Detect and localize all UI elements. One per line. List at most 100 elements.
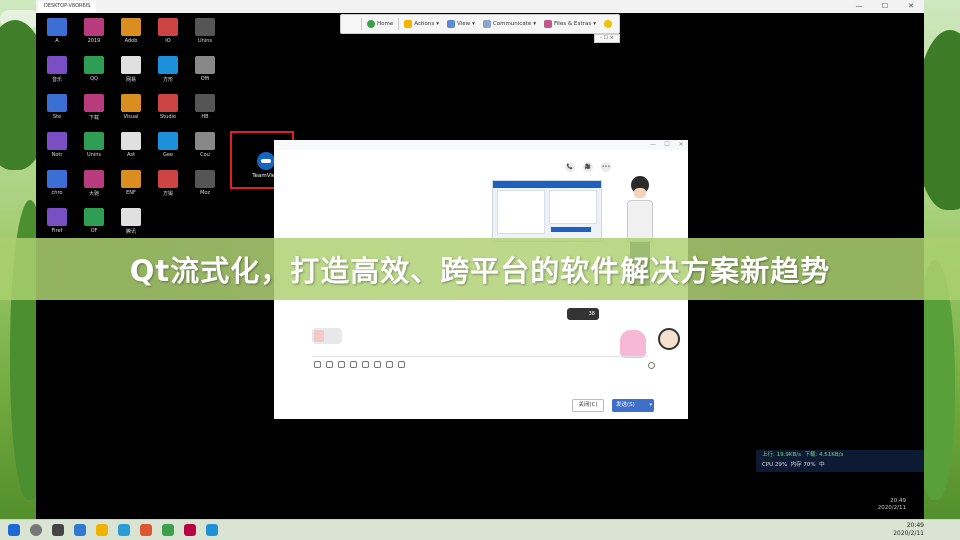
- app-icon: [158, 94, 178, 112]
- desktop-icon[interactable]: Notr: [42, 132, 72, 168]
- desktop-icon[interactable]: 方形: [153, 56, 183, 92]
- view-button[interactable]: View ▾: [444, 16, 478, 32]
- app-icon: [195, 170, 215, 188]
- chevron-down-icon: ▾: [472, 21, 475, 27]
- chat-app-icon[interactable]: [162, 524, 174, 536]
- desktop-icon-label: Visual: [123, 114, 139, 120]
- video-icon[interactable]: 🎥: [583, 162, 593, 172]
- teamviewer-taskbar-icon[interactable]: [118, 524, 130, 536]
- desktop-icon[interactable]: Moz: [190, 170, 220, 206]
- desktop-icon[interactable]: 音乐: [42, 56, 72, 92]
- task-view-icon[interactable]: [52, 524, 64, 536]
- chat-input-divider: [312, 356, 648, 357]
- app-icon: [121, 94, 141, 112]
- user-avatar: [658, 328, 680, 350]
- app-icon: [84, 208, 104, 226]
- desktop-icon[interactable]: chro: [42, 170, 72, 206]
- windows-start-icon[interactable]: [8, 524, 20, 536]
- folder-icon[interactable]: [350, 361, 357, 368]
- headline-text: Qt流式化，打造高效、跨平台的软件解决方案新趋势: [129, 254, 831, 288]
- toolbar-separator: [360, 18, 362, 30]
- chevron-down-icon[interactable]: ▾: [649, 399, 652, 412]
- desktop-icon[interactable]: Offi: [190, 56, 220, 92]
- desktop-icon[interactable]: Visual: [116, 94, 146, 130]
- more-small-icon[interactable]: [398, 361, 405, 368]
- desktop-icon[interactable]: A: [42, 18, 72, 54]
- desktop-icon-label: 方锻: [162, 191, 173, 197]
- desktop-icon[interactable]: ENF: [116, 170, 146, 206]
- host-clock-date: 2020/2/11: [893, 530, 924, 537]
- desktop-icon[interactable]: Adob: [116, 18, 146, 54]
- monitor-icon: [447, 20, 456, 28]
- desktop-icon[interactable]: Geo: [153, 132, 183, 168]
- scissors-icon[interactable]: [338, 361, 345, 368]
- desktop-icon[interactable]: Studio: [153, 94, 183, 130]
- minimize-button[interactable]: —: [846, 0, 872, 13]
- chat-close-button[interactable]: ✕: [676, 140, 686, 150]
- chat-window-titlebar: — ☐ ✕: [274, 140, 688, 150]
- browser-icon[interactable]: [74, 524, 86, 536]
- lightning-icon: [404, 20, 413, 28]
- close-button[interactable]: ✕: [898, 0, 924, 13]
- desktop-icon[interactable]: HB: [190, 94, 220, 130]
- phone-icon[interactable]: 📞: [565, 162, 575, 172]
- send-label: 发送(S): [616, 402, 635, 408]
- desktop-icon[interactable]: IO: [153, 18, 183, 54]
- screenshot-header-bar: [493, 181, 601, 188]
- shared-screenshot-image[interactable]: [492, 180, 602, 242]
- chat-close-text-button[interactable]: 关闭(C): [572, 399, 604, 412]
- desktop-icon[interactable]: Unins: [79, 132, 109, 168]
- desktop-icon[interactable]: 方锻: [153, 170, 183, 206]
- desktop-icon[interactable]: Ast: [116, 132, 146, 168]
- file-icon[interactable]: [374, 361, 381, 368]
- desktop-icon[interactable]: Cou: [190, 132, 220, 168]
- desktop-icon[interactable]: 下载: [79, 94, 109, 130]
- folder-icon[interactable]: [96, 524, 108, 536]
- ime-indicator[interactable]: 中: [819, 462, 825, 468]
- desktop-icon[interactable]: QQ: [79, 56, 109, 92]
- home-button[interactable]: Home: [364, 16, 396, 32]
- app-icon[interactable]: [206, 524, 218, 536]
- app-icon: [47, 208, 67, 226]
- chevron-down-icon: ▾: [593, 21, 597, 27]
- actions-button[interactable]: Actions ▾: [401, 16, 442, 32]
- phone-small-icon[interactable]: [386, 361, 393, 368]
- chat-sender-avatar: [314, 330, 324, 342]
- feedback-button[interactable]: [601, 16, 615, 32]
- desktop-icon[interactable]: 网易: [116, 56, 146, 92]
- history-clock-icon[interactable]: [648, 362, 655, 369]
- desktop-icon-label: Moz: [200, 190, 210, 196]
- communicate-button[interactable]: Communicate ▾: [480, 16, 539, 32]
- image-icon[interactable]: [362, 361, 369, 368]
- app-icon[interactable]: [184, 524, 196, 536]
- search-icon[interactable]: [30, 524, 42, 536]
- files-label: Files & Extras: [554, 21, 592, 27]
- screenshot-pane-right: [549, 190, 597, 224]
- desktop-icon-label: Adob: [124, 38, 138, 44]
- desktop-icon[interactable]: Ste: [42, 94, 72, 130]
- download-speed: 下载: 4.51KB/s: [804, 452, 844, 458]
- chat-minimize-button[interactable]: —: [648, 140, 658, 150]
- app-icon: [195, 56, 215, 74]
- maximize-button[interactable]: ☐: [872, 0, 898, 13]
- chat-maximize-button[interactable]: ☐: [662, 140, 672, 150]
- chevron-down-icon: ▾: [533, 21, 536, 27]
- chevron-down-icon: ▾: [436, 21, 440, 27]
- tv-toolbar-window-controls[interactable]: - ☐ ×: [594, 34, 620, 43]
- emoji-icon[interactable]: [314, 361, 321, 368]
- remote-window-tab[interactable]: DESKTOP-V8OR6IS: [38, 1, 97, 12]
- app-icon[interactable]: [140, 524, 152, 536]
- app-icon: [84, 56, 104, 74]
- chat-send-button[interactable]: 发送(S) ▾: [612, 399, 654, 412]
- desktop-icon[interactable]: 大驰: [79, 170, 109, 206]
- more-icon[interactable]: •••: [601, 162, 611, 172]
- files-extras-button[interactable]: Files & Extras ▾: [541, 16, 599, 32]
- desktop-icon[interactable]: Unins: [190, 18, 220, 54]
- host-clock[interactable]: 20:49 2020/2/11: [893, 522, 924, 538]
- desktop-icon[interactable]: 2019: [79, 18, 109, 54]
- gif-icon[interactable]: [326, 361, 333, 368]
- desktop-icon-label: Offi: [200, 76, 210, 82]
- app-icon: [121, 170, 141, 188]
- remote-clock[interactable]: 20:49 2020/2/11: [878, 498, 906, 512]
- chat-actions: 📞 🎥 •••: [565, 162, 611, 172]
